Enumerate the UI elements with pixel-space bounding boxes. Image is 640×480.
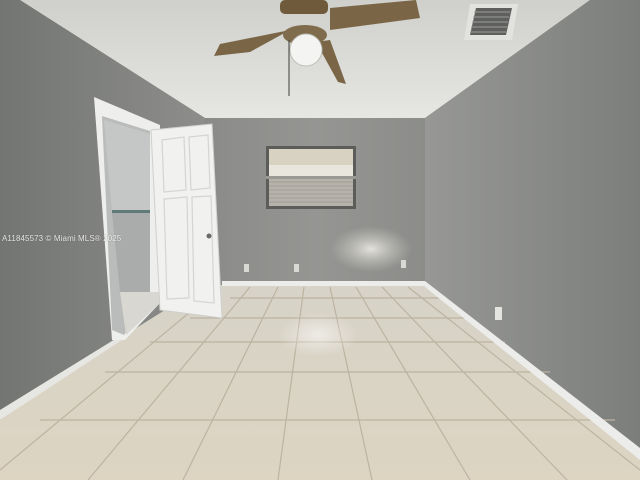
mls-watermark: A11845573 © Miami MLS® 2025 xyxy=(2,234,122,243)
sunlight-patch xyxy=(330,226,412,272)
open-door[interactable] xyxy=(150,123,223,319)
fan-light-bulb xyxy=(289,33,323,67)
outlet xyxy=(244,264,249,272)
outlet xyxy=(294,264,299,272)
door-knob-icon[interactable] xyxy=(206,233,212,239)
outlet xyxy=(495,307,502,320)
outlet xyxy=(401,260,406,268)
floor-reflection xyxy=(278,313,358,357)
air-vent xyxy=(464,4,518,40)
baseboard-back xyxy=(222,281,425,286)
window xyxy=(266,146,356,209)
